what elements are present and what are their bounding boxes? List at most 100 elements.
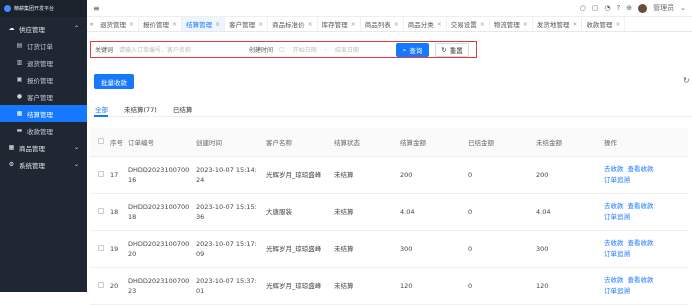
tab-collections[interactable]: 收款管理 × xyxy=(582,17,626,31)
created-time: 2023-10-07 15:15:36 xyxy=(196,193,266,231)
menu-group-products[interactable]: ▦ 商品管理 ⌄ xyxy=(0,139,87,156)
tab-shipping-origin[interactable]: 发货地管理 × xyxy=(533,17,583,31)
settlement-status: 未结算 xyxy=(334,267,400,305)
order-trace-link[interactable]: 订单追溯 xyxy=(604,213,630,221)
collect-link[interactable]: 去收款 xyxy=(604,165,624,173)
start-date-input[interactable]: 开始日期 xyxy=(293,45,317,54)
close-icon[interactable]: × xyxy=(215,21,220,28)
tab-settlement[interactable]: 结算管理 × xyxy=(182,17,226,31)
avatar[interactable] xyxy=(638,3,648,13)
row-checkbox[interactable] xyxy=(90,156,110,194)
sidebar-item-customers[interactable]: ● 客户管理 xyxy=(0,88,87,105)
collect-link[interactable]: 去收款 xyxy=(604,202,624,210)
active-tab-indicator xyxy=(94,115,108,117)
close-icon[interactable]: × xyxy=(258,21,263,28)
sidebar-item-collections[interactable]: ▬ 收款管理 xyxy=(0,122,87,139)
row-index: 18 xyxy=(110,193,128,231)
sidebar-item-returns[interactable]: ▥ 退货管理 xyxy=(0,54,87,71)
order-trace-link[interactable]: 订单追溯 xyxy=(604,250,630,258)
chevron-down-icon[interactable]: ⌄ xyxy=(680,4,686,12)
bell-icon[interactable]: ◔ xyxy=(604,4,610,12)
table-row: 18 DHDD202310070018 2023-10-07 15:15:36 … xyxy=(90,193,688,231)
unsettled-amount: 300 xyxy=(536,230,604,268)
order-no: DHDD202310070016 xyxy=(128,156,196,194)
tab-quotes[interactable]: 报价管理 × xyxy=(139,17,183,31)
app-logo: 精耕集团开发平台 xyxy=(0,0,87,17)
sidebar-item-orders[interactable]: ▤ 订货订单 xyxy=(0,37,87,54)
status-tabs: 全部 未结算(77) 已结算 xyxy=(95,104,192,114)
tabs-prev-icon[interactable]: « xyxy=(87,20,96,28)
sidebar: 精耕集团开发平台 ☁ 供应管理 ⌃ ▤ 订货订单 ▥ 退货管理 ▣ 报价管理 ●… xyxy=(0,0,87,292)
close-icon[interactable]: × xyxy=(572,21,577,28)
settled-amount: 0 xyxy=(468,156,536,194)
tab-product-list[interactable]: 商品列表 × xyxy=(361,17,404,31)
help-icon[interactable]: ? xyxy=(617,4,621,12)
view-collection-link[interactable]: 查看收款 xyxy=(628,276,654,284)
view-collection-link[interactable]: 查看收款 xyxy=(628,202,654,210)
menu-group-system[interactable]: ⚙ 系统管理 ⌄ xyxy=(0,156,87,173)
chevron-down-icon: ⌄ xyxy=(73,144,79,151)
tab-customers[interactable]: 客户管理 × xyxy=(225,17,269,31)
col-created: 创建时间 xyxy=(196,128,266,157)
close-icon[interactable]: × xyxy=(437,21,442,28)
close-icon[interactable]: × xyxy=(523,21,528,28)
tab-trade-settings[interactable]: 交易设置 × xyxy=(447,17,490,31)
refresh-icon: ↻ xyxy=(441,46,447,54)
sidebar-item-settlement[interactable]: ▦ 结算管理 xyxy=(0,105,87,122)
end-date-input[interactable]: 结束日期 xyxy=(335,45,359,54)
search-button[interactable]: ⌕ 查询 xyxy=(396,43,429,57)
calendar-icon[interactable]: ▢ xyxy=(279,46,285,53)
view-collection-link[interactable]: 查看收款 xyxy=(628,239,654,247)
close-icon[interactable]: × xyxy=(480,21,485,28)
collect-link[interactable]: 去收款 xyxy=(604,276,624,284)
search-icon: ⌕ xyxy=(402,45,407,54)
close-icon[interactable]: × xyxy=(172,21,177,28)
row-checkbox[interactable] xyxy=(90,230,110,268)
sidebar-item-quotes[interactable]: ▣ 报价管理 xyxy=(0,71,87,88)
trash-icon: ▥ xyxy=(16,59,23,66)
keyword-label: 关键词 xyxy=(95,47,114,54)
keyword-input[interactable]: 请输入订单编号、客户名称 xyxy=(119,45,235,54)
refresh-icon[interactable]: ↻ xyxy=(683,76,690,85)
order-trace-link[interactable]: 订单追溯 xyxy=(604,287,630,295)
tab-standard-price[interactable]: 商品标准价 × xyxy=(268,17,318,31)
fullscreen-icon[interactable]: ▢ xyxy=(592,4,599,12)
order-trace-link[interactable]: 订单追溯 xyxy=(604,176,630,184)
col-order-no: 订单编号 xyxy=(128,128,196,157)
logo-icon xyxy=(4,5,11,12)
close-icon[interactable]: × xyxy=(308,21,313,28)
col-actions: 操作 xyxy=(604,128,688,157)
close-icon[interactable]: × xyxy=(129,21,134,28)
row-checkbox[interactable] xyxy=(90,267,110,305)
gear-icon: ⚙ xyxy=(8,161,15,168)
customer-name: 大唐服装 xyxy=(266,193,334,231)
close-icon[interactable]: × xyxy=(615,21,620,28)
tabs-divider xyxy=(90,116,692,117)
settled-amount: 0 xyxy=(468,267,536,305)
globe-icon[interactable]: ⊕ xyxy=(626,4,632,12)
reset-button[interactable]: ↻ 重置 xyxy=(435,43,469,57)
tab-logistics[interactable]: 物流管理 × xyxy=(490,17,533,31)
menu-toggle-icon[interactable]: ≡ xyxy=(93,4,100,13)
row-checkbox[interactable] xyxy=(90,193,110,231)
view-collection-link[interactable]: 查看收款 xyxy=(628,165,654,173)
col-unsettled: 未结金额 xyxy=(536,128,604,157)
settlement-amount: 300 xyxy=(400,230,468,268)
tab-product-category[interactable]: 商品分类 × xyxy=(404,17,447,31)
cloud-icon: ☁ xyxy=(8,25,15,32)
user-name[interactable]: 管理员 xyxy=(653,3,674,13)
tab-all[interactable]: 全部 xyxy=(95,104,108,114)
search-icon[interactable]: ○ xyxy=(580,4,586,12)
batch-collect-button[interactable]: 批量收款 xyxy=(94,74,134,89)
price-icon: ▣ xyxy=(16,76,23,83)
menu-group-supply[interactable]: ☁ 供应管理 ⌃ xyxy=(0,20,87,37)
tab-inventory[interactable]: 库存管理 × xyxy=(318,17,361,31)
close-icon[interactable]: × xyxy=(394,21,399,28)
order-no: DHDD202310070023 xyxy=(128,267,196,305)
tab-unsettled[interactable]: 未结算(77) xyxy=(124,104,157,114)
collect-link[interactable]: 去收款 xyxy=(604,239,624,247)
tab-returns[interactable]: 退货管理 × xyxy=(96,17,140,31)
tab-settled[interactable]: 已结算 xyxy=(173,104,193,114)
select-all-checkbox[interactable] xyxy=(90,128,110,157)
close-icon[interactable]: × xyxy=(351,21,356,28)
